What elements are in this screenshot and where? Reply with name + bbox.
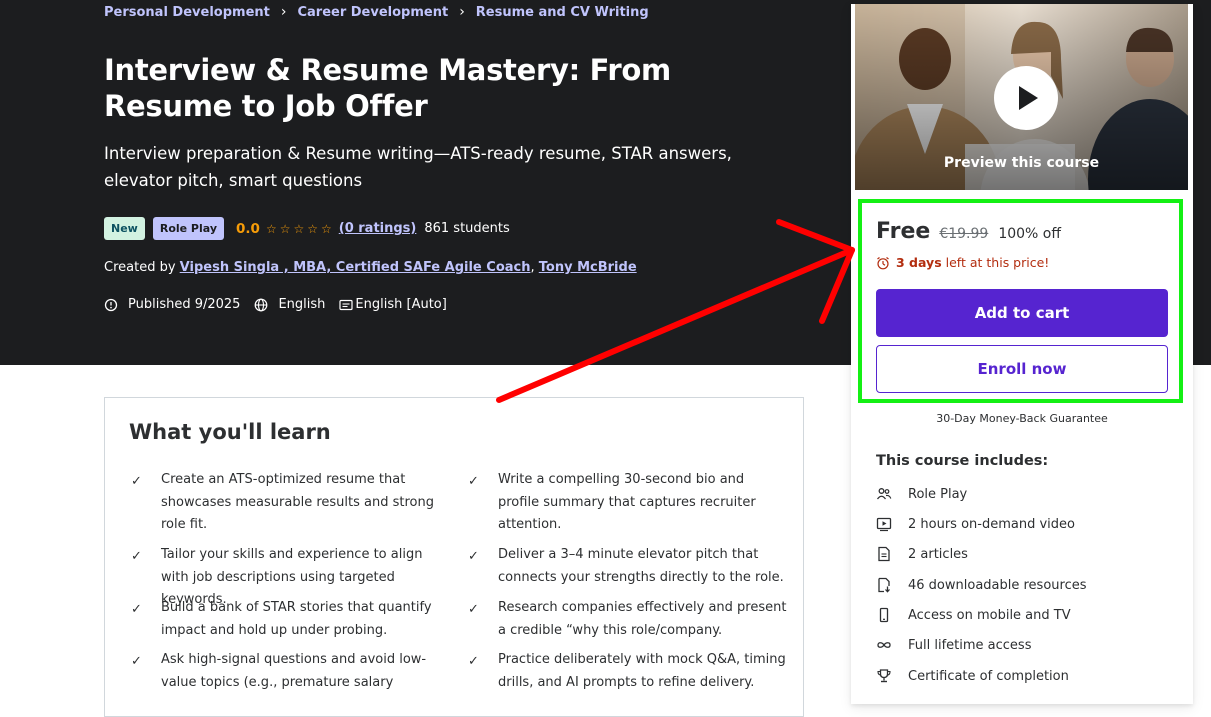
highlight-box: [858, 199, 1183, 403]
what-you-learn-panel: What you'll learn ✓ Create an ATS-optimiz…: [104, 397, 804, 717]
captions-icon: [339, 299, 354, 310]
play-icon[interactable]: [994, 66, 1058, 130]
chevron-right-icon: ›: [280, 4, 287, 20]
check-icon: ✓: [468, 654, 479, 669]
created-by-label: Created by: [104, 260, 176, 275]
learn-item: ✓ Ask high-signal questions and avoid low…: [131, 649, 451, 694]
course-captions: English [Auto]: [355, 297, 447, 312]
learn-item: ✓ Write a compelling 30-second bio and pr…: [468, 469, 788, 537]
course-info: Published 9/2025 English English [Auto]: [104, 297, 461, 312]
check-icon: ✓: [131, 549, 142, 564]
students-count: 861 students: [424, 221, 510, 236]
check-icon: ✓: [131, 474, 142, 489]
learn-item: ✓ Build a bank of STAR stories that quant…: [131, 597, 451, 642]
include-item-resources: 46 downloadable resources: [876, 577, 1087, 593]
mobile-icon: [879, 607, 889, 623]
learn-item: ✓ Practice deliberately with mock Q&A, ti…: [468, 649, 788, 694]
learn-item-text: Write a compelling 30-second bio and pro…: [498, 472, 756, 532]
course-meta: New Role Play 0.0 ☆☆☆☆☆ (0 ratings) 861 …: [104, 217, 510, 240]
instructor-link-tony[interactable]: Tony McBride: [539, 260, 637, 275]
instructor-separator: ,: [530, 260, 535, 275]
money-back-guarantee: 30-Day Money-Back Guarantee: [936, 412, 1108, 425]
learn-item-text: Research companies effectively and prese…: [498, 600, 787, 638]
include-label: Role Play: [908, 486, 968, 502]
new-badge: New: [104, 217, 145, 240]
includes-title: This course includes:: [876, 453, 1049, 469]
published-date: Published 9/2025: [128, 297, 241, 312]
learn-item-text: Deliver a 3–4 minute elevator pitch that…: [498, 547, 784, 585]
download-icon: [878, 577, 890, 593]
breadcrumb-resume-cv-writing[interactable]: Resume and CV Writing: [476, 5, 649, 20]
preview-label[interactable]: Preview this course: [855, 155, 1188, 171]
infinity-icon: [877, 642, 891, 648]
course-title: Interview & Resume Mastery: From Resume …: [104, 53, 671, 123]
video-icon: [876, 517, 892, 532]
include-label: 46 downloadable resources: [908, 577, 1087, 593]
include-item-video: 2 hours on-demand video: [876, 516, 1075, 532]
breadcrumb: Personal Development › Career Developmen…: [104, 4, 649, 20]
check-icon: ✓: [131, 602, 142, 617]
published-info: Published 9/2025: [104, 297, 240, 312]
course-language: English: [278, 297, 326, 312]
include-item-mobile: Access on mobile and TV: [876, 607, 1071, 623]
star-rating-icon: ☆☆☆☆☆: [265, 221, 335, 236]
course-subtitle: Interview preparation & Resume writing—A…: [104, 144, 732, 190]
include-label: Access on mobile and TV: [908, 607, 1071, 623]
learn-item-text: Ask high-signal questions and avoid low-…: [161, 652, 427, 690]
include-label: 2 hours on-demand video: [908, 516, 1075, 532]
breadcrumb-personal-development[interactable]: Personal Development: [104, 5, 270, 20]
alert-badge-icon: [104, 298, 118, 311]
check-icon: ✓: [468, 474, 479, 489]
trophy-icon: [877, 669, 891, 683]
include-item-lifetime: Full lifetime access: [876, 637, 1031, 653]
include-item-articles: 2 articles: [876, 546, 968, 562]
globe-icon: [255, 298, 268, 311]
ratings-link[interactable]: (0 ratings): [339, 221, 417, 236]
course-preview-video[interactable]: Preview this course: [855, 4, 1188, 190]
breadcrumb-career-development[interactable]: Career Development: [297, 5, 448, 20]
learn-item: ✓ Deliver a 3–4 minute elevator pitch tha…: [468, 544, 788, 589]
what-you-learn-title: What you'll learn: [129, 420, 331, 444]
captions-info: English [Auto]: [339, 297, 447, 312]
include-item-certificate: Certificate of completion: [876, 668, 1069, 684]
instructor-link-vipesh[interactable]: Vipesh Singla , MBA, Certified SAFe Agil…: [180, 260, 531, 275]
include-item-role-play: Role Play: [876, 486, 967, 502]
article-icon: [878, 546, 890, 562]
include-label: Full lifetime access: [908, 637, 1032, 653]
learn-item-text: Build a bank of STAR stories that quanti…: [161, 600, 432, 638]
learn-item-text: Create an ATS-optimized resume that show…: [161, 472, 434, 532]
check-icon: ✓: [131, 654, 142, 669]
include-label: Certificate of completion: [908, 668, 1069, 684]
check-icon: ✓: [468, 602, 479, 617]
language-info: English: [254, 297, 325, 312]
role-play-badge: Role Play: [152, 217, 225, 240]
include-label: 2 articles: [908, 546, 968, 562]
rating-value: 0.0: [236, 220, 260, 237]
role-play-icon: [876, 488, 892, 500]
check-icon: ✓: [468, 549, 479, 564]
learn-item-text: Practice deliberately with mock Q&A, tim…: [498, 652, 786, 690]
chevron-right-icon: ›: [459, 4, 465, 20]
learn-item: ✓ Research companies effectively and pres…: [468, 597, 788, 642]
learn-item: ✓ Create an ATS-optimized resume that sho…: [131, 469, 451, 537]
created-by: Created by Vipesh Singla , MBA, Certifie…: [104, 260, 637, 275]
